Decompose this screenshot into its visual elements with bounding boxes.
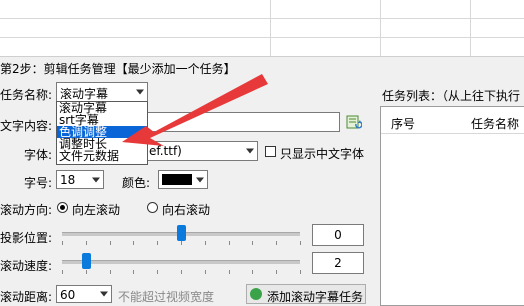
arrow-icon bbox=[122, 74, 268, 146]
annotation-arrow bbox=[122, 74, 268, 146]
